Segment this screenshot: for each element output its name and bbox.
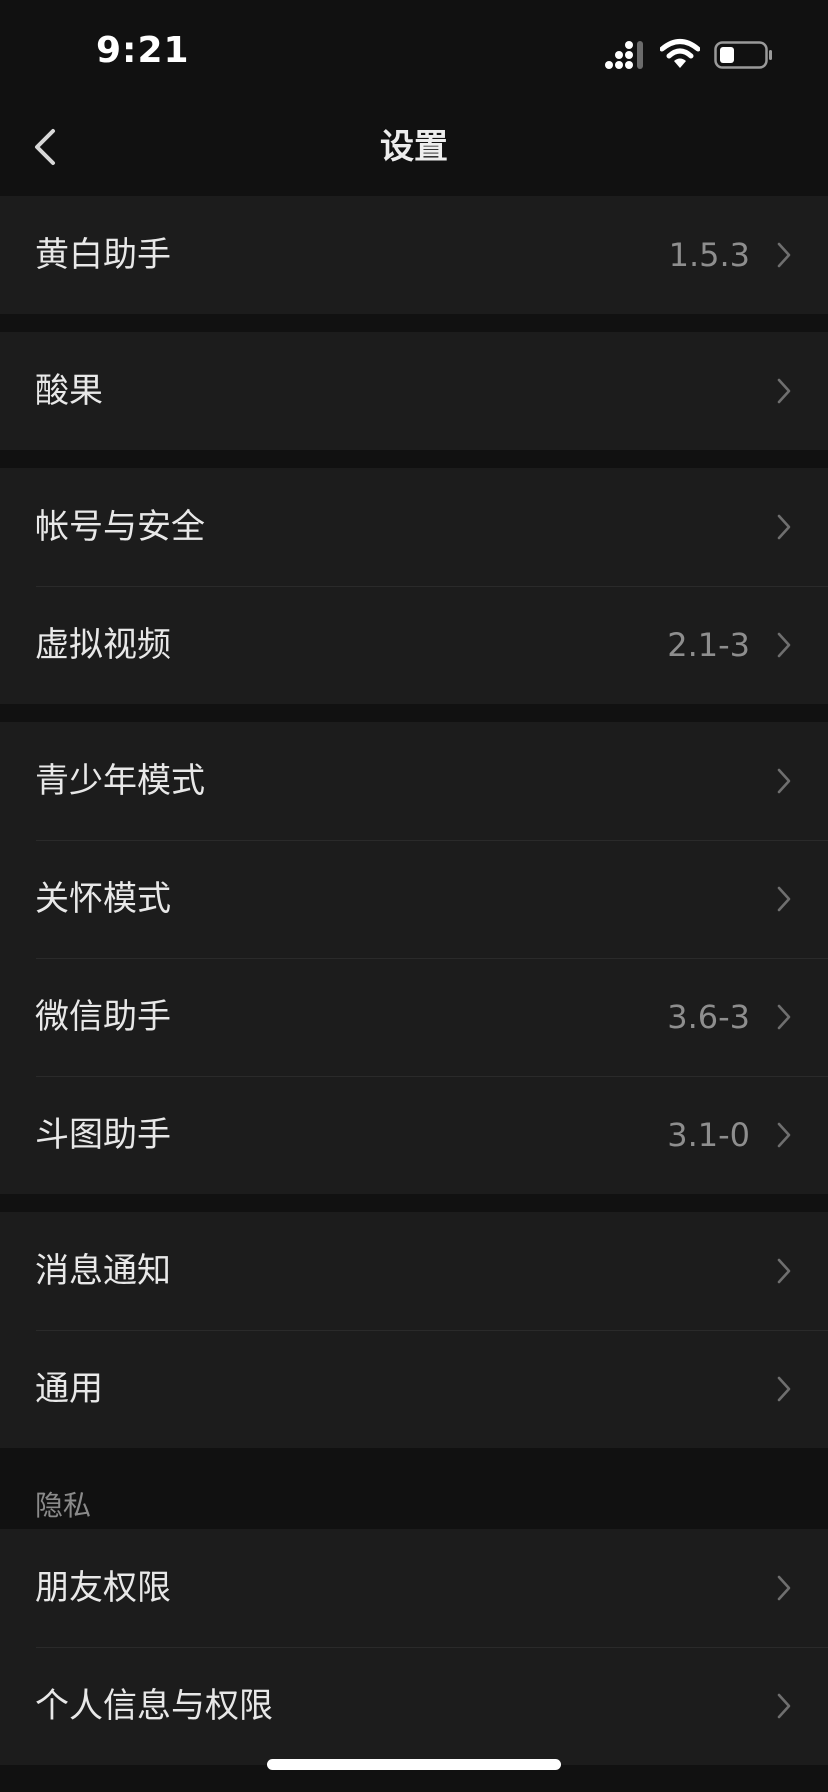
page-title: 设置: [380, 127, 448, 167]
settings-row-value: 2.1-3: [667, 626, 750, 664]
chevron-right-icon: [777, 886, 791, 912]
settings-row[interactable]: 青少年模式: [0, 722, 828, 840]
chevron-right-icon: [777, 514, 791, 540]
settings-section: 青少年模式关怀模式微信助手 3.6-3 斗图助手 3.1-0: [0, 722, 828, 1194]
status-bar: 9:21: [0, 0, 828, 100]
settings-row-label: 帐号与安全: [35, 507, 205, 547]
settings-row-value: 3.6-3: [667, 998, 750, 1036]
settings-section: 朋友权限个人信息与权限: [0, 1529, 828, 1765]
chevron-right-icon: [777, 1258, 791, 1284]
section-header-privacy: 隐私: [35, 1489, 92, 1522]
settings-row-label: 青少年模式: [35, 761, 205, 801]
chevron-right-icon: [777, 1575, 791, 1601]
settings-row-value: 3.1-0: [667, 1116, 750, 1154]
settings-section: 酸果: [0, 332, 828, 450]
battery-icon: [714, 41, 772, 69]
settings-row-label: 消息通知: [35, 1251, 171, 1291]
navigation-bar: 设置: [0, 100, 828, 194]
chevron-right-icon: [777, 1693, 791, 1719]
settings-row[interactable]: 黄白助手 1.5.3: [0, 196, 828, 314]
settings-row-label: 酸果: [35, 371, 103, 411]
chevron-right-icon: [777, 1376, 791, 1402]
settings-row-label: 通用: [35, 1369, 103, 1409]
settings-row[interactable]: 朋友权限: [0, 1529, 828, 1647]
settings-row-label: 微信助手: [35, 997, 171, 1037]
wifi-icon: [660, 39, 700, 68]
chevron-right-icon: [777, 1122, 791, 1148]
settings-row[interactable]: 酸果: [0, 332, 828, 450]
back-button[interactable]: [22, 120, 72, 174]
settings-section: 黄白助手 1.5.3: [0, 196, 828, 314]
settings-section: 帐号与安全虚拟视频 2.1-3: [0, 468, 828, 704]
cellular-signal-icon: [605, 41, 643, 69]
settings-row[interactable]: 通用: [0, 1330, 828, 1448]
settings-section: 消息通知 通用: [0, 1212, 828, 1448]
settings-row[interactable]: 帐号与安全: [0, 468, 828, 586]
chevron-right-icon: [777, 632, 791, 658]
chevron-right-icon: [777, 1004, 791, 1030]
settings-row-label: 朋友权限: [35, 1568, 171, 1608]
status-time: 9:21: [96, 30, 190, 71]
settings-row-value: 1.5.3: [668, 236, 750, 274]
settings-row[interactable]: 斗图助手 3.1-0: [0, 1076, 828, 1194]
row-divider: [36, 1330, 828, 1331]
settings-row[interactable]: 消息通知: [0, 1212, 828, 1330]
settings-row[interactable]: 微信助手 3.6-3: [0, 958, 828, 1076]
settings-row[interactable]: 关怀模式: [0, 840, 828, 958]
settings-row[interactable]: 个人信息与权限: [0, 1647, 828, 1765]
chevron-right-icon: [777, 242, 791, 268]
settings-row-label: 黄白助手: [35, 235, 171, 275]
chevron-right-icon: [777, 378, 791, 404]
chevron-right-icon: [777, 768, 791, 794]
settings-row-label: 关怀模式: [35, 879, 171, 919]
settings-row[interactable]: 虚拟视频 2.1-3: [0, 586, 828, 704]
settings-row-label: 斗图助手: [35, 1115, 171, 1155]
home-indicator[interactable]: [267, 1759, 561, 1770]
chevron-left-icon: [35, 129, 55, 165]
settings-row-label: 个人信息与权限: [35, 1686, 273, 1726]
settings-row-label: 虚拟视频: [35, 625, 171, 665]
